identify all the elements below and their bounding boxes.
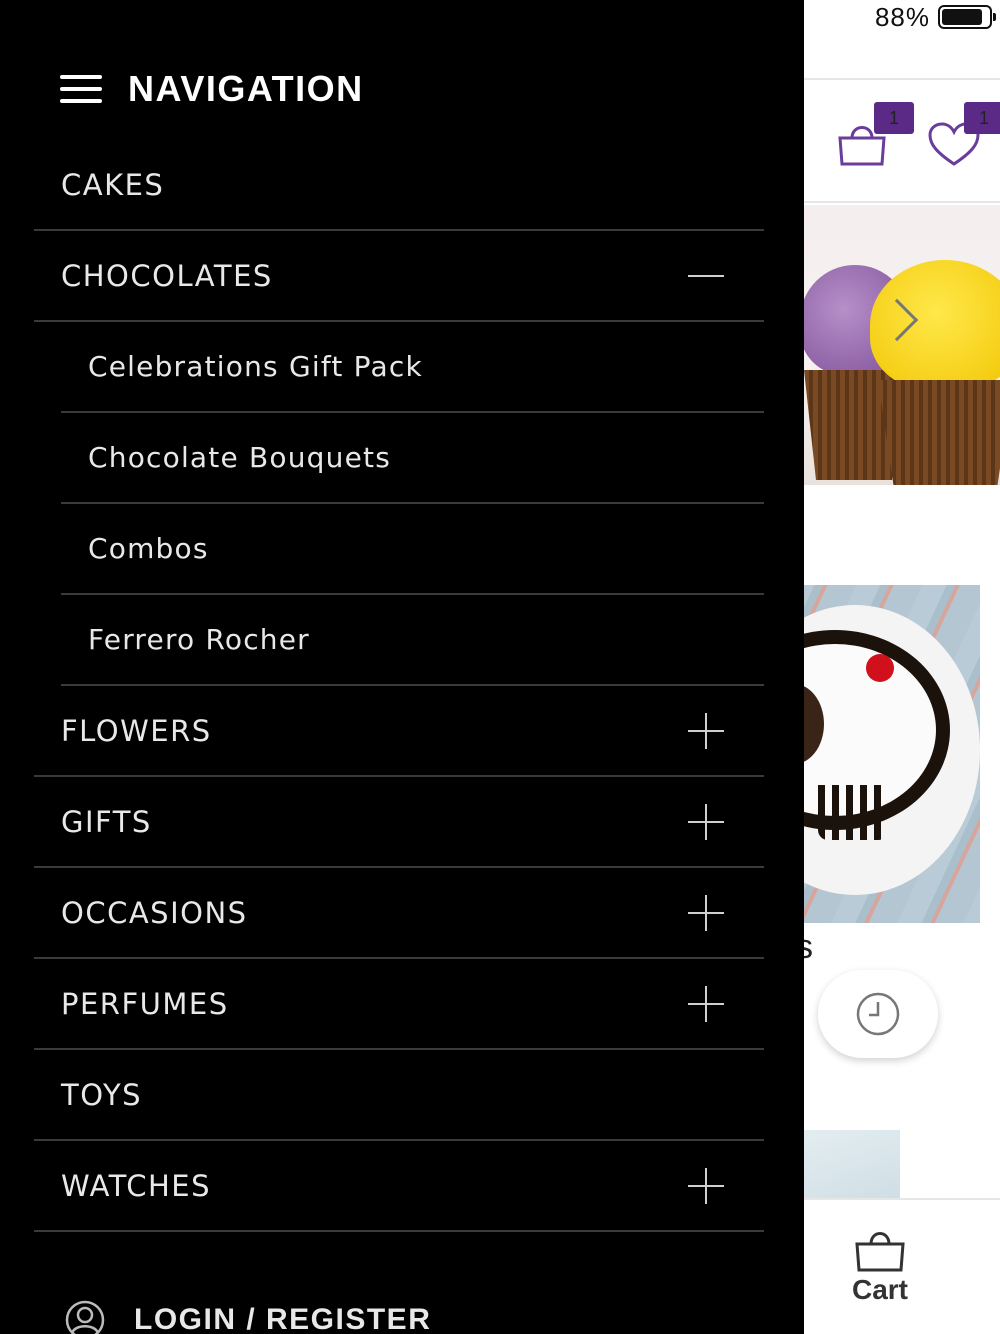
nav-item-gifts[interactable]: GIFTS [34,777,764,868]
cupcake-banner-image[interactable] [790,205,1000,485]
nav-item-label: OCCASIONS [61,895,248,930]
subnav-item-celebrations-gift-pack[interactable]: Celebrations Gift Pack [61,322,764,413]
shopping-bag-button[interactable]: 1 [834,102,914,182]
cart-tab-label: Cart [851,1274,908,1305]
expand-plus-icon[interactable] [688,712,724,749]
nav-item-label: CAKES [61,167,165,202]
wishlist-button[interactable]: 1 [926,102,1000,182]
nav-item-label: PERFUMES [61,986,229,1021]
cart-tab[interactable]: Cart [830,1228,930,1318]
nav-item-label: FLOWERS [61,713,212,748]
login-register-link[interactable]: LOGIN / REGISTER [62,1300,431,1334]
subnav-item-ferrero-rocher[interactable]: Ferrero Rocher [61,595,764,686]
clock-icon [856,992,900,1036]
expand-plus-icon[interactable] [688,985,724,1022]
battery-percent: 88% [874,1,930,32]
menu-icon[interactable] [60,75,102,103]
status-bar: 88% [874,0,996,34]
expand-plus-icon[interactable] [688,803,724,840]
user-icon [65,1300,105,1334]
collapse-minus-icon[interactable] [688,258,724,294]
product-image-partial [800,1130,900,1200]
drawer-title: NAVIGATION [128,68,364,109]
nav-menu: CAKES CHOCOLATES Celebrations Gift Pack … [34,140,764,1232]
login-register-label: LOGIN / REGISTER [134,1303,432,1334]
nav-item-label: GIFTS [61,804,152,839]
expand-plus-icon[interactable] [688,894,724,931]
nav-item-toys[interactable]: TOYS [34,1050,764,1141]
battery-icon [938,5,996,29]
nav-item-chocolates[interactable]: CHOCOLATES [34,231,764,322]
navigation-drawer: NAVIGATION CAKES CHOCOLATES Celebrations… [0,0,804,1334]
subnav-item-chocolate-bouquets[interactable]: Chocolate Bouquets [61,413,764,504]
subnav-item-label: Combos [88,532,209,565]
subnav-item-label: Chocolate Bouquets [88,441,391,474]
drawer-header: NAVIGATION [60,68,364,110]
nav-item-watches[interactable]: WATCHES [34,1141,764,1232]
nav-item-label: WATCHES [61,1168,211,1203]
nav-item-occasions[interactable]: OCCASIONS [34,868,764,959]
subnav-item-label: Celebrations Gift Pack [88,350,423,383]
delivery-time-button[interactable] [818,970,938,1058]
nav-item-perfumes[interactable]: PERFUMES [34,959,764,1050]
nav-item-label: TOYS [61,1077,143,1112]
cart-count-badge: 1 [874,102,914,134]
product-image-black-forest-cake[interactable] [790,585,980,923]
nav-item-cakes[interactable]: CAKES [34,140,764,231]
expand-plus-icon[interactable] [688,1167,724,1204]
subnav-item-combos[interactable]: Combos [61,504,764,595]
cart-bag-icon [855,1232,905,1272]
wishlist-count-badge: 1 [964,102,1000,134]
subnav-item-label: Ferrero Rocher [88,623,310,656]
nav-item-label: CHOCOLATES [61,258,273,293]
nav-item-flowers[interactable]: FLOWERS [34,686,764,777]
